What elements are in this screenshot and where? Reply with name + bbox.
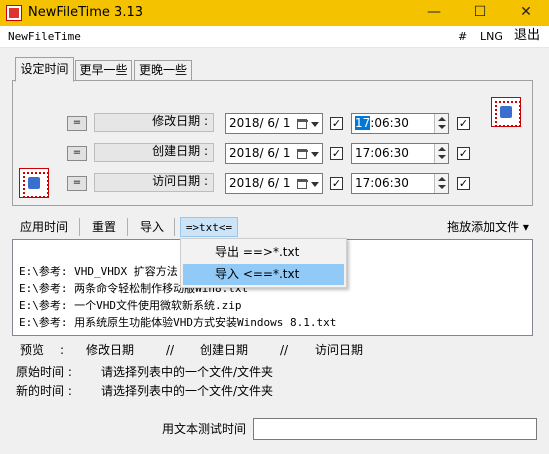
tab-set-time[interactable]: 设定时间: [15, 57, 74, 82]
calendar-icon[interactable]: [297, 149, 308, 159]
spin-down-icon[interactable]: [438, 155, 446, 159]
tab-earlier[interactable]: 更早一些: [75, 60, 132, 81]
list-item[interactable]: E:\参考: VHD_VHDX 扩容方法.: [19, 264, 184, 280]
import-button[interactable]: 导入: [134, 217, 170, 237]
create-date-picker[interactable]: 2018/ 6/ 1: [225, 143, 323, 164]
access-date-picker[interactable]: 2018/ 6/ 1: [225, 173, 323, 194]
access-time-picker[interactable]: 17:06:30: [351, 173, 449, 194]
list-item[interactable]: E:\参考: 用系统原生功能体验VHD方式安装Windows 8.1.txt: [19, 315, 336, 331]
modify-date-checkbox[interactable]: ✓: [330, 117, 343, 130]
eq-button-modify[interactable]: =: [67, 116, 87, 131]
spin-down-icon[interactable]: [438, 185, 446, 189]
toolbar-separator: [174, 218, 175, 236]
set-now-icon[interactable]: [491, 97, 521, 127]
txt-dropdown-menu: 导出 ==>*.txt 导入 <==*.txt: [180, 238, 347, 288]
label-modify-date: 修改日期 :: [152, 114, 208, 128]
app-icon: [6, 5, 22, 21]
original-time-label: 原始时间 :: [16, 365, 72, 379]
close-button[interactable]: ✕: [503, 0, 549, 26]
create-time-value: 17:06:30: [355, 146, 409, 160]
create-date-value: 2018/ 6/ 1: [229, 146, 291, 160]
toolbar-separator: [79, 218, 80, 236]
menu-hash[interactable]: #: [458, 29, 467, 45]
eq-button-access[interactable]: =: [67, 176, 87, 191]
tab-later[interactable]: 更晚一些: [134, 60, 192, 81]
preview-modify-date: 修改日期: [86, 343, 135, 357]
txt-menu-button[interactable]: =>txt<=: [180, 217, 238, 237]
menu-exit[interactable]: 退出: [514, 28, 540, 44]
label-access-date: 访问日期 :: [152, 174, 208, 188]
maximize-button[interactable]: ☐: [457, 0, 503, 26]
preview-separator: //: [166, 343, 175, 357]
modify-time-hour-selected: 17: [355, 116, 371, 130]
access-time-value: 17:06:30: [355, 176, 409, 190]
modify-time-rest: :06:30: [370, 116, 409, 130]
text-test-time-input[interactable]: [253, 418, 537, 440]
menu-export-txt[interactable]: 导出 ==>*.txt: [183, 242, 344, 263]
minimize-button[interactable]: —: [411, 0, 457, 26]
apply-time-button[interactable]: 应用时间: [14, 217, 74, 237]
drag-add-files-button[interactable]: 拖放添加文件 ▾: [440, 217, 536, 237]
original-time-value: 请选择列表中的一个文件/文件夹: [101, 365, 274, 379]
new-time-label: 新的时间 :: [16, 384, 72, 398]
window-title: NewFileTime 3.13: [28, 5, 144, 20]
preview-create-date: 创建日期: [200, 343, 249, 357]
menu-app-name[interactable]: NewFileTime: [8, 29, 81, 45]
preview-access-date: 访问日期: [315, 343, 364, 357]
menu-language[interactable]: LNG: [480, 29, 503, 45]
reset-button[interactable]: 重置: [86, 217, 122, 237]
preview-colon: :: [60, 343, 65, 357]
access-date-checkbox[interactable]: ✓: [330, 177, 343, 190]
spin-up-icon[interactable]: [438, 147, 446, 151]
toolbar-separator: [127, 218, 128, 236]
preview-label: 预览: [20, 343, 45, 357]
preview-separator: //: [280, 343, 289, 357]
create-date-checkbox[interactable]: ✓: [330, 147, 343, 160]
new-time-value: 请选择列表中的一个文件/文件夹: [101, 384, 274, 398]
chevron-down-icon[interactable]: [311, 122, 319, 127]
create-time-spinner[interactable]: [434, 144, 448, 163]
spin-up-icon[interactable]: [438, 117, 446, 121]
modify-time-spinner[interactable]: [434, 114, 448, 133]
spin-down-icon[interactable]: [438, 125, 446, 129]
menu-import-txt[interactable]: 导入 <==*.txt: [183, 264, 344, 285]
access-date-value: 2018/ 6/ 1: [229, 176, 291, 190]
chevron-down-icon[interactable]: [311, 182, 319, 187]
access-time-spinner[interactable]: [434, 174, 448, 193]
chevron-down-icon[interactable]: [311, 152, 319, 157]
modify-date-picker[interactable]: 2018/ 6/ 1: [225, 113, 323, 134]
modify-time-checkbox[interactable]: ✓: [457, 117, 470, 130]
list-item[interactable]: E:\参考: 一个VHD文件使用微软新系统.zip: [19, 298, 241, 314]
access-time-checkbox[interactable]: ✓: [457, 177, 470, 190]
text-test-time-label: 用文本测试时间: [162, 422, 247, 436]
create-time-picker[interactable]: 17:06:30: [351, 143, 449, 164]
eq-button-create[interactable]: =: [67, 146, 87, 161]
set-now-all-icon[interactable]: [19, 168, 49, 198]
label-create-date: 创建日期 :: [152, 144, 208, 158]
calendar-icon[interactable]: [297, 119, 308, 129]
modify-date-value: 2018/ 6/ 1: [229, 116, 291, 130]
create-time-checkbox[interactable]: ✓: [457, 147, 470, 160]
spin-up-icon[interactable]: [438, 177, 446, 181]
modify-time-picker[interactable]: 17:06:30: [351, 113, 449, 134]
calendar-icon[interactable]: [297, 179, 308, 189]
